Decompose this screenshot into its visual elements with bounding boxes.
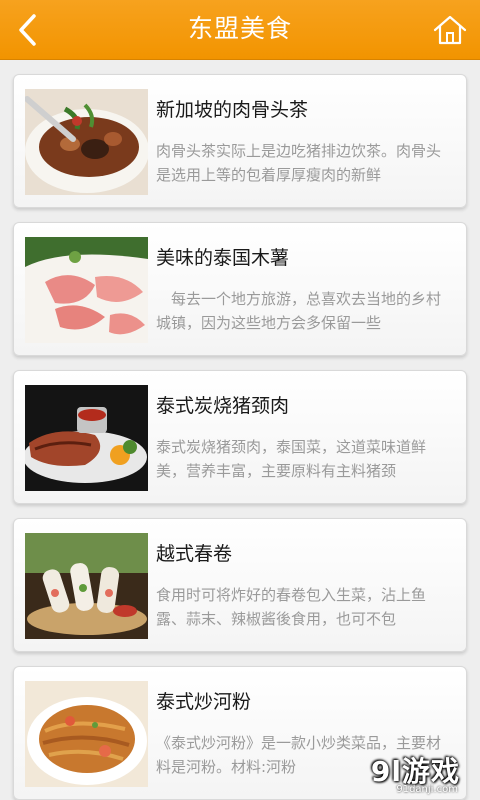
food-image xyxy=(25,89,148,195)
page-title: 东盟美食 xyxy=(187,14,292,43)
food-list[interactable]: 新加坡的肉骨头茶 肉骨头茶实际上是边吃猪排边饮茶。肉骨头是选用上等的包着厚厚瘦肉… xyxy=(0,60,480,800)
item-title: 泰式炒河粉 xyxy=(156,691,252,713)
watermark: 9l游戏 91danji.com xyxy=(332,750,472,795)
home-button[interactable] xyxy=(430,10,470,50)
food-image xyxy=(25,533,148,639)
item-title: 泰式炭烧猪颈肉 xyxy=(156,395,290,417)
food-image xyxy=(25,237,148,343)
food-image xyxy=(25,385,148,491)
item-description: 每去一个地方旅游，总喜欢去当地的乡村城镇，因为这些地方会多保留一些 xyxy=(156,290,441,332)
header-bar: 东盟美食 xyxy=(0,0,480,60)
item-title: 新加坡的肉骨头茶 xyxy=(156,99,309,121)
home-icon xyxy=(433,15,467,45)
item-description: 食用时可将炸好的春卷包入生菜，沾上鱼露、蒜末、辣椒酱後食用，也可不包 xyxy=(156,586,427,628)
list-item[interactable]: 越式春卷 食用时可将炸好的春卷包入生菜，沾上鱼露、蒜末、辣椒酱後食用，也可不包 xyxy=(13,518,467,652)
list-item[interactable]: 新加坡的肉骨头茶 肉骨头茶实际上是边吃猪排边饮茶。肉骨头是选用上等的包着厚厚瘦肉… xyxy=(13,74,467,208)
item-title: 美味的泰国木薯 xyxy=(156,247,290,269)
watermark-url: 91danji.com xyxy=(396,784,458,795)
item-title: 越式春卷 xyxy=(156,543,233,565)
list-item[interactable]: 泰式炭烧猪颈肉 泰式炭烧猪颈肉，泰国菜，这道菜味道鲜美，营养丰富，主要原料有主料… xyxy=(13,370,467,504)
food-image xyxy=(25,681,148,787)
item-description: 肉骨头茶实际上是边吃猪排边饮茶。肉骨头是选用上等的包着厚厚瘦肉的新鲜 xyxy=(156,142,441,184)
list-item[interactable]: 美味的泰国木薯 每去一个地方旅游，总喜欢去当地的乡村城镇，因为这些地方会多保留一… xyxy=(13,222,467,356)
item-description: 泰式炭烧猪颈肉，泰国菜，这道菜味道鲜美，营养丰富，主要原料有主料猪颈 xyxy=(156,438,427,480)
